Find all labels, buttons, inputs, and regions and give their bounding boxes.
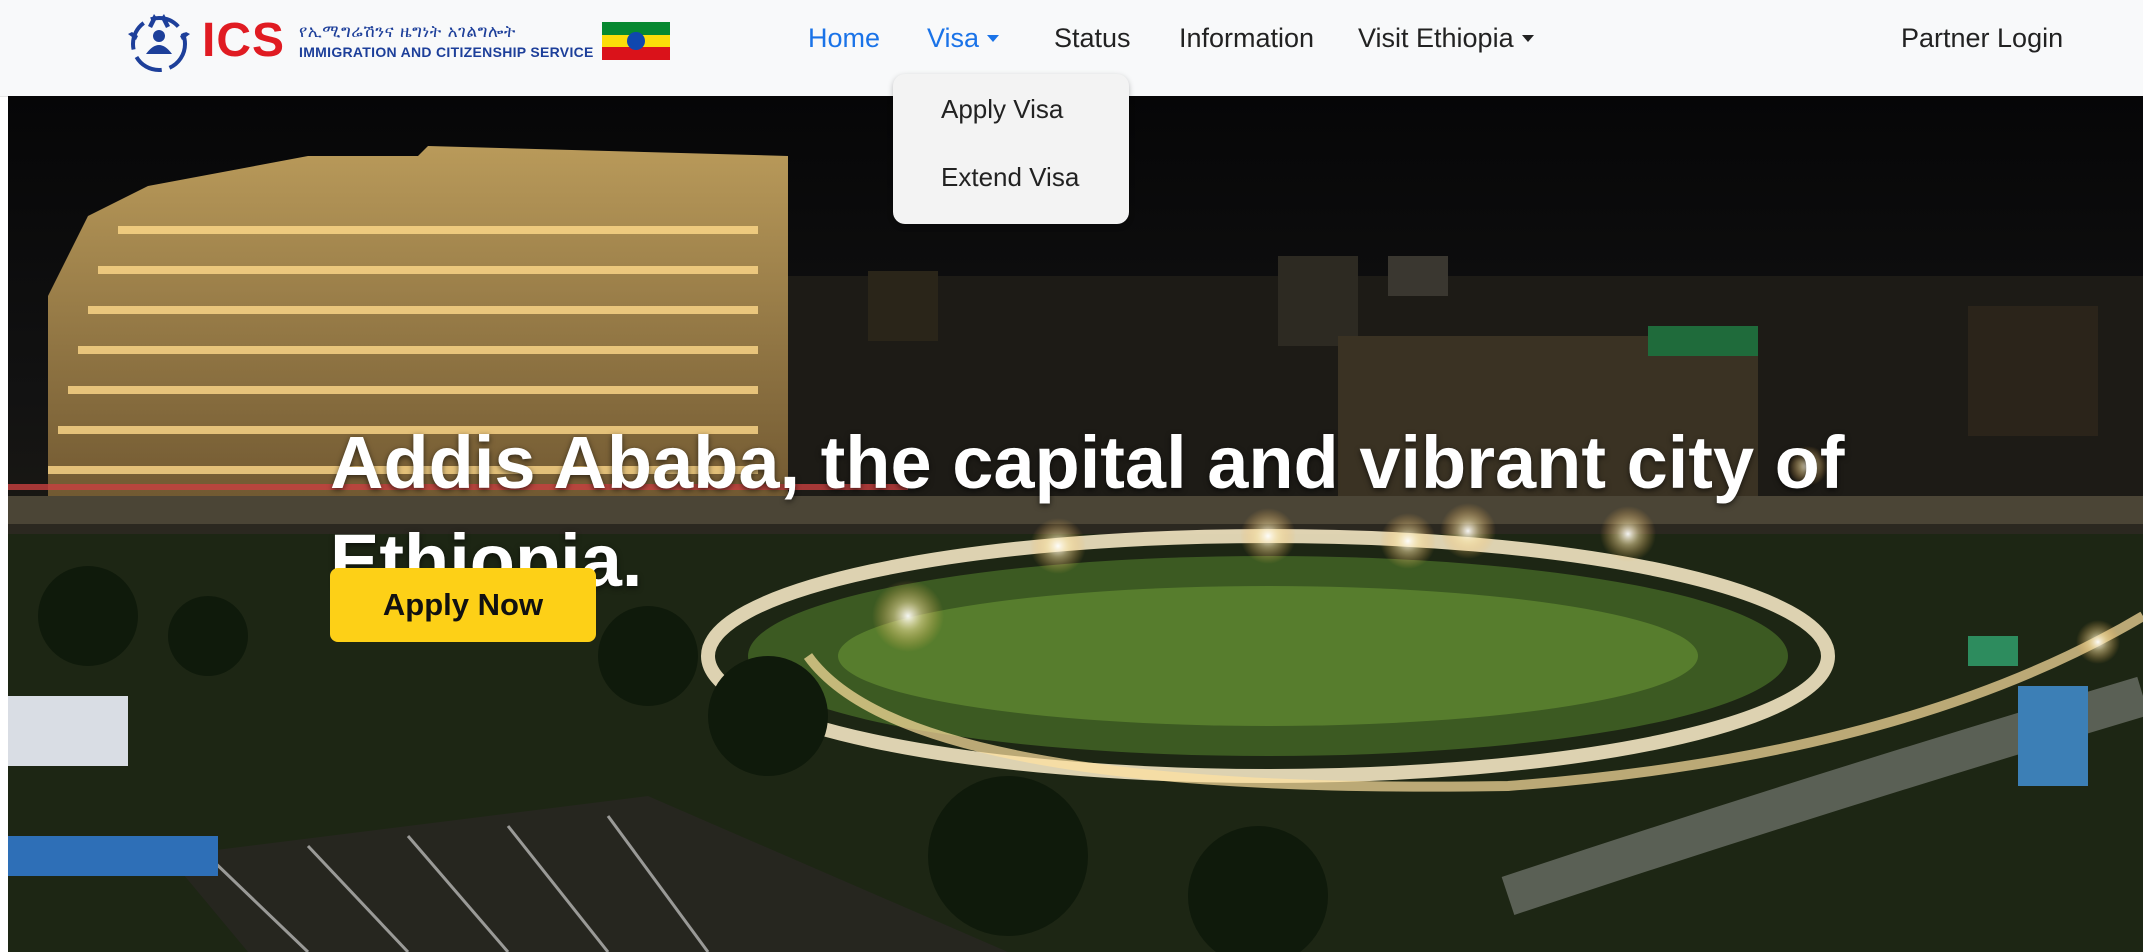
brand-logo[interactable]: ICS የኢሚግሬሽንና ዜግነት አገልግሎት IMMIGRATION AND… xyxy=(124,6,670,76)
nav-home[interactable]: Home xyxy=(808,0,880,76)
visa-dropdown-menu: Apply Visa Extend Visa xyxy=(893,74,1129,224)
nav-visit-ethiopia-label: Visit Ethiopia xyxy=(1358,23,1514,53)
logo-subtitle: የኢሚግሬሽንና ዜግነት አገልግሎት IMMIGRATION AND CIT… xyxy=(299,21,594,61)
hero-banner: Addis Ababa, the capital and vibrant cit… xyxy=(8,96,2143,952)
caret-down-icon xyxy=(1521,34,1534,42)
apply-now-button[interactable]: Apply Now xyxy=(330,568,596,642)
ics-logo-icon xyxy=(124,6,194,76)
ethiopia-flag-icon xyxy=(601,22,670,60)
nav-status[interactable]: Status xyxy=(1054,0,1131,76)
logo-subtitle-english: IMMIGRATION AND CITIZENSHIP SERVICE xyxy=(299,44,594,60)
logo-text: ICS xyxy=(202,14,286,67)
nav-visit-ethiopia[interactable]: Visit Ethiopia xyxy=(1358,0,1534,76)
dropdown-item-extend-visa[interactable]: Extend Visa xyxy=(941,160,1079,194)
caret-down-icon xyxy=(987,34,1000,42)
partner-login-link[interactable]: Partner Login xyxy=(1901,0,2063,76)
nav-visa-label: Visa xyxy=(927,23,980,53)
nav-visa[interactable]: Visa xyxy=(927,0,1000,76)
nav-information[interactable]: Information xyxy=(1179,0,1314,76)
logo-subtitle-amharic: የኢሚግሬሽንና ዜግነት አገልግሎት xyxy=(299,22,516,42)
dropdown-item-apply-visa[interactable]: Apply Visa xyxy=(941,92,1063,126)
